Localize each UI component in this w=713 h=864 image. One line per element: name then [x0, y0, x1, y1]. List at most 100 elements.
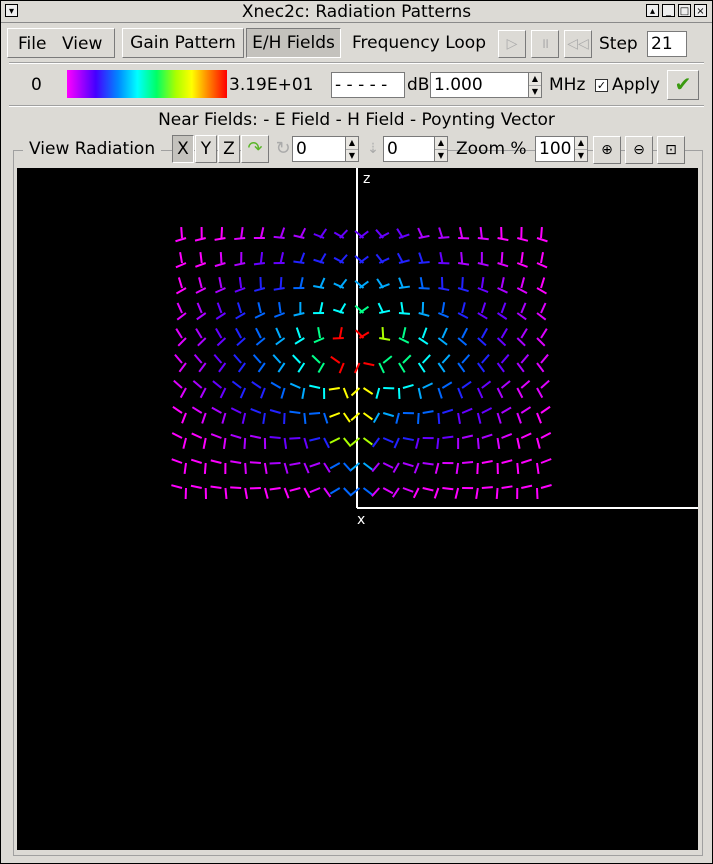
maximize-icon[interactable]: □	[678, 4, 691, 17]
field-vector-segment	[475, 487, 479, 500]
field-vector-segment	[540, 226, 543, 239]
field-vector-segment	[183, 462, 187, 475]
minimize-icon[interactable]: _	[662, 4, 675, 17]
view-z-button[interactable]: Z	[218, 135, 240, 163]
field-vector-segment	[540, 328, 548, 339]
rotate-forward-icon[interactable]: ↷	[241, 135, 269, 163]
field-vector-segment	[438, 312, 449, 319]
field-vector-segment	[457, 362, 466, 373]
title-bar: ▾ Xnec2c: Radiation Patterns ▴ _ □ ×	[1, 1, 712, 23]
field-vector-segment	[441, 301, 446, 314]
field-vector-segment	[210, 485, 222, 489]
field-vector-segment	[196, 302, 203, 314]
field-vector-segment	[442, 487, 454, 491]
field-vector-segment	[540, 405, 551, 414]
view-x-button[interactable]: X	[172, 135, 194, 163]
field-vector-segment	[454, 487, 460, 499]
eh-fields-button[interactable]: E/H Fields	[246, 28, 341, 58]
radiation-plot-canvas[interactable]: z x	[17, 168, 698, 850]
zoom-out-icon[interactable]: ⊖	[625, 136, 653, 164]
field-vector-segment	[362, 462, 373, 471]
field-vector-segment	[481, 486, 493, 489]
field-vector-segment	[329, 487, 341, 495]
field-vector-segment	[234, 237, 246, 241]
checkbox-check-icon[interactable]: ✓	[595, 78, 608, 92]
field-vector-segment	[461, 407, 473, 414]
frequency-field[interactable]: 1.000	[430, 72, 529, 98]
field-vector-segment	[442, 408, 454, 414]
field-vector-segment	[520, 380, 531, 389]
field-vector-segment	[371, 487, 380, 497]
view-menu[interactable]: View	[62, 34, 102, 54]
field-vector-segment	[269, 435, 281, 439]
gain-pattern-button[interactable]: Gain Pattern	[122, 28, 244, 58]
close-icon[interactable]: ×	[694, 4, 707, 17]
frequency-loop-button[interactable]: Frequency Loop	[344, 28, 494, 58]
field-vector-segment	[350, 412, 361, 421]
field-vector-segment	[481, 380, 492, 389]
field-vector-segment	[289, 437, 301, 440]
field-vector-segment	[422, 487, 434, 492]
field-vector-segment	[220, 226, 224, 239]
file-menu[interactable]: File	[18, 34, 46, 54]
step-field[interactable]: 21	[647, 31, 687, 57]
rotation-field[interactable]: 0	[292, 136, 347, 162]
pause-icon[interactable]: ॥	[531, 30, 559, 58]
field-vector-segment	[398, 362, 406, 373]
field-vector-segment	[236, 337, 246, 347]
field-vector-segment	[182, 437, 187, 449]
field-vector-segment	[520, 328, 528, 339]
shade-icon[interactable]: ▴	[646, 4, 659, 17]
field-vector-segment	[540, 277, 546, 289]
field-vector-segment	[436, 437, 440, 450]
field-vector-segment	[520, 302, 527, 314]
zoom-in-icon[interactable]: ⊕	[593, 136, 621, 164]
field-vector-segment	[219, 251, 223, 264]
field-vector-segment	[273, 312, 285, 318]
field-vector-segment	[329, 462, 341, 470]
field-vector-segment	[362, 487, 373, 496]
play-icon[interactable]: ▷	[498, 30, 526, 58]
field-vector-segment	[249, 461, 261, 464]
rotation-spinner[interactable]: ▲ ▼	[345, 136, 359, 162]
field-vector-segment	[520, 458, 533, 464]
field-vector-segment	[434, 462, 440, 474]
view-y-button[interactable]: Y	[195, 135, 217, 163]
field-vector-segment	[415, 437, 420, 449]
field-vector-segment	[462, 460, 474, 464]
field-vector-segment	[240, 226, 244, 239]
zoom-reset-icon[interactable]: ⊡	[657, 136, 685, 164]
field-vector-segment	[397, 387, 401, 400]
zoom-field[interactable]: 100	[535, 136, 575, 162]
field-vector-segment	[273, 287, 285, 291]
field-vector-segment	[398, 277, 404, 289]
field-vector-segment	[496, 337, 507, 347]
field-vector-segment	[280, 387, 286, 399]
field-vector-segment	[461, 354, 471, 364]
field-vector-segment	[283, 462, 289, 474]
window-title: Xnec2c: Radiation Patterns	[241, 2, 472, 22]
field-vector-segment	[329, 412, 341, 418]
field-vector-segment	[215, 287, 226, 294]
field-vector-segment	[402, 437, 414, 442]
field-vector-segment	[211, 406, 222, 414]
frequency-spinner[interactable]: ▲ ▼	[528, 72, 542, 98]
apply-checkmark-button[interactable]: ✔	[667, 70, 699, 100]
field-vector-segment	[198, 362, 207, 373]
field-vector-segment	[457, 337, 468, 346]
field-vector-segment	[257, 362, 266, 373]
apply-checkbox[interactable]: ✓ Apply	[595, 75, 660, 95]
db-field[interactable]: - - - - -	[331, 72, 405, 98]
field-vector-segment	[481, 354, 490, 364]
rewind-icon[interactable]: ◁◁	[564, 30, 592, 58]
inclination-spinner[interactable]: ▲ ▼	[434, 136, 448, 162]
zoom-spinner[interactable]: ▲ ▼	[574, 136, 588, 162]
field-vector-segment	[398, 259, 410, 264]
field-vector-segment	[192, 380, 203, 389]
field-vector-segment	[382, 355, 393, 364]
field-vector-segment	[402, 462, 414, 468]
field-vector-segment	[173, 379, 183, 389]
field-vector-segment	[234, 262, 246, 267]
field-vector-segment	[279, 252, 285, 264]
inclination-field[interactable]: 0	[383, 136, 435, 162]
